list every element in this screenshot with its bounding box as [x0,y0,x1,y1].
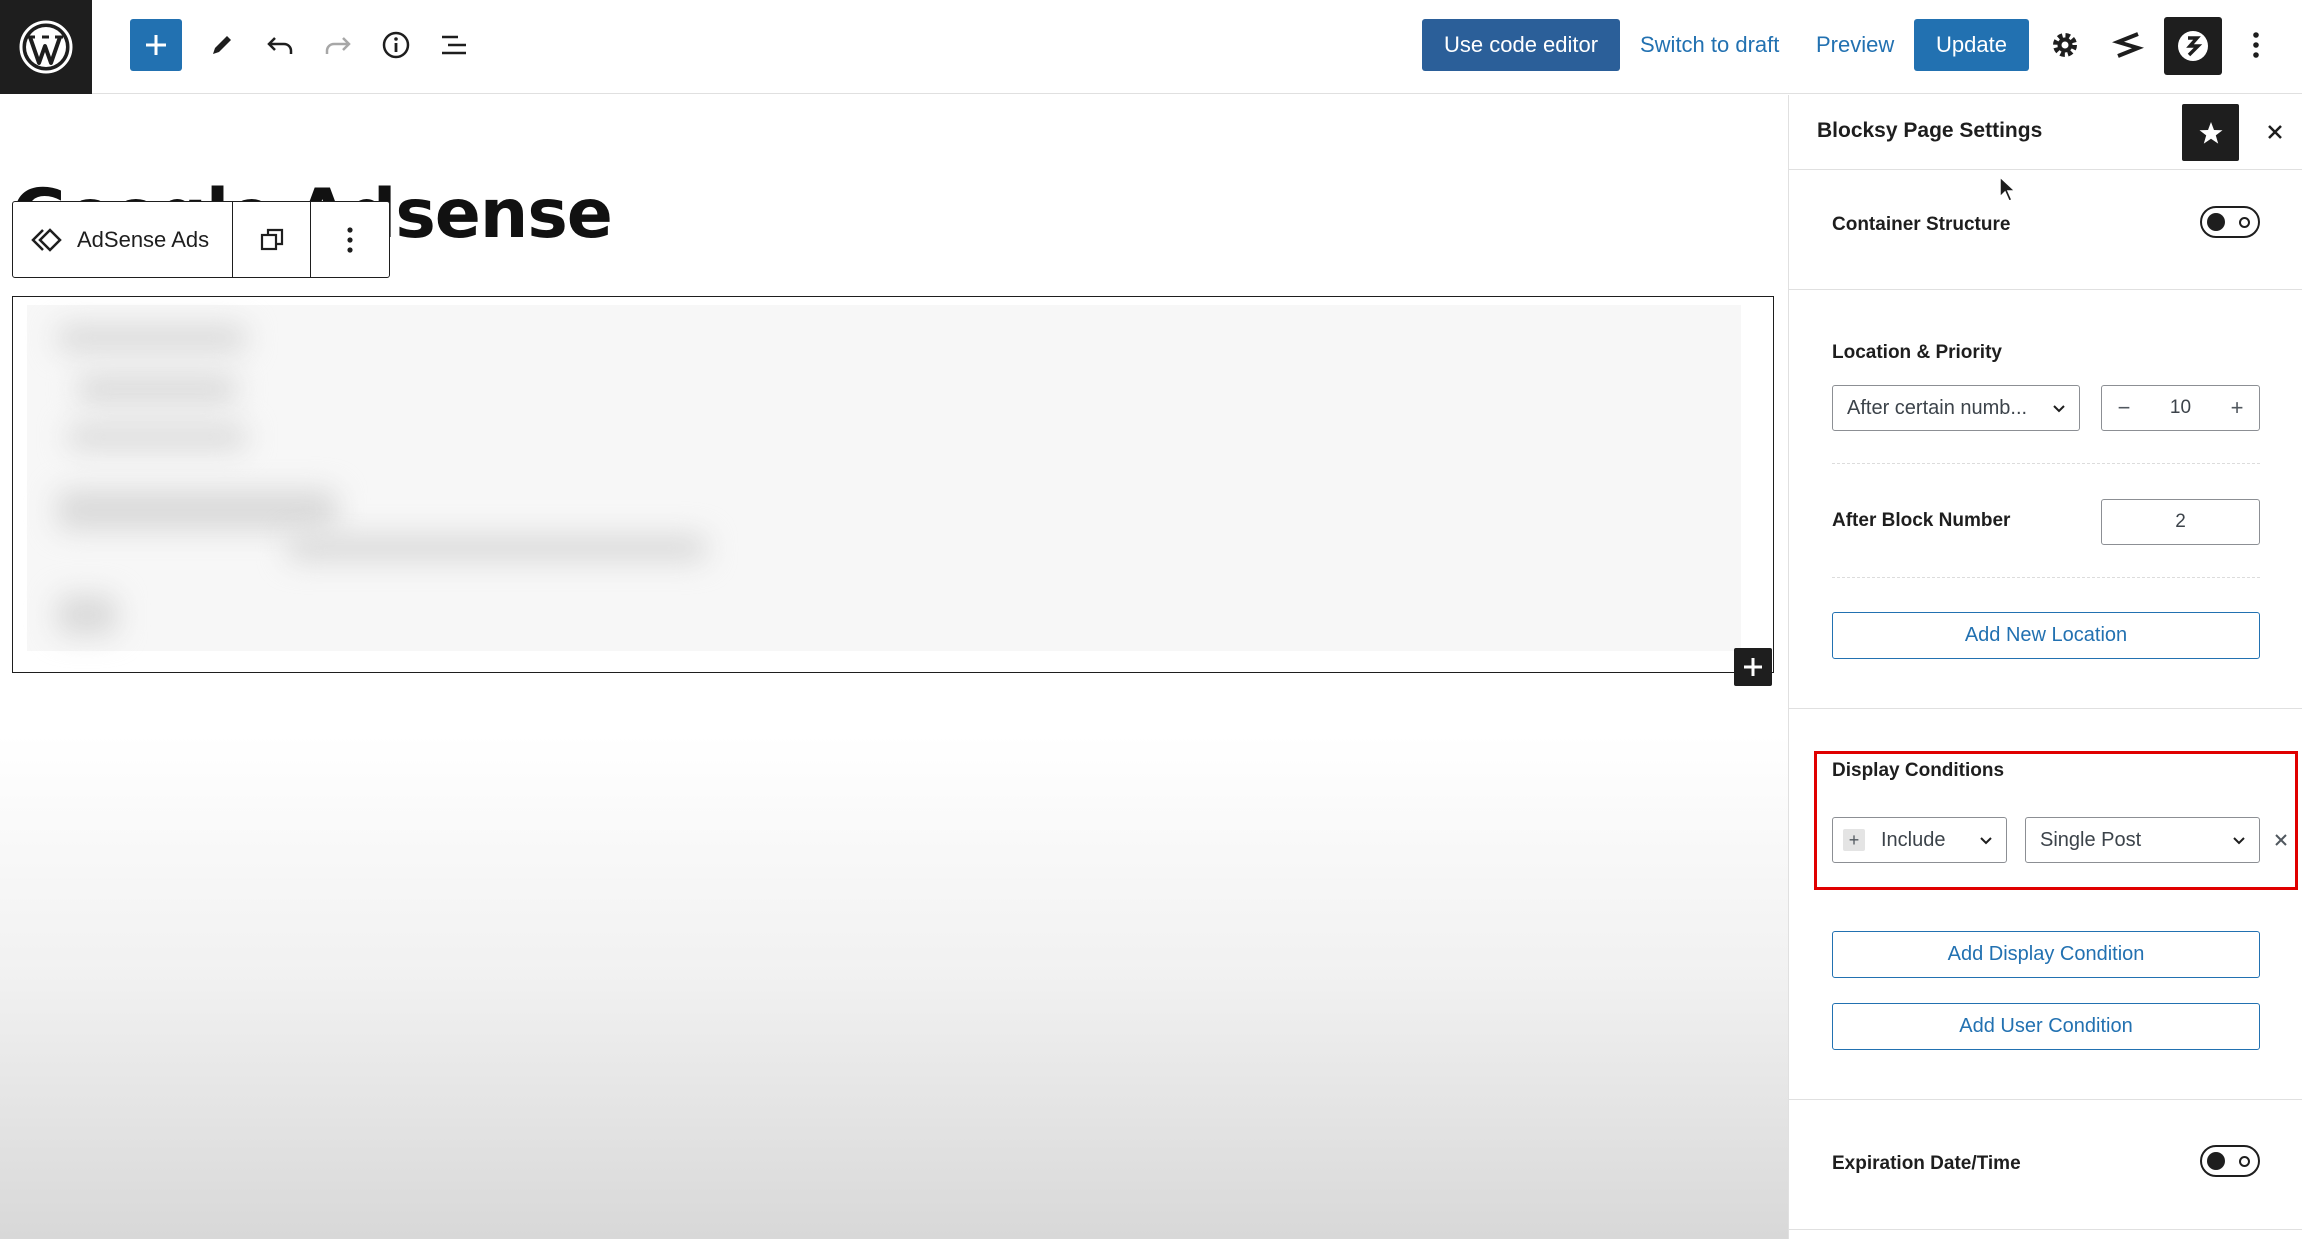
block-name-label: AdSense Ads [77,226,210,252]
container-structure-toggle[interactable] [2200,206,2260,238]
chevron-down-icon [1980,837,1992,845]
location-priority-label: Location & Priority [1832,342,2002,363]
stackable-icon [2112,32,2144,58]
info-icon [382,31,410,59]
chevron-down-icon [2233,837,2245,845]
sidebar-header: Blocksy Page Settings [1789,95,2302,170]
plus-icon [1744,658,1762,676]
list-view-icon [442,35,466,55]
pin-sidebar-button[interactable] [2182,104,2239,161]
star-icon [2199,121,2222,144]
details-button[interactable] [370,18,422,72]
condition-type-select[interactable]: + Include [1832,817,2007,863]
preview-button[interactable]: Preview [1802,18,1908,72]
close-icon [2268,125,2282,139]
redo-button[interactable] [312,18,364,72]
toggle-off-indicator [2239,217,2250,228]
editor-top-toolbar: Use code editor Switch to draft Preview … [0,0,2302,94]
expiration-toggle[interactable] [2200,1145,2260,1177]
after-block-number-input[interactable]: 2 [2101,499,2260,545]
toggle-knob [2207,1152,2225,1170]
section-divider [1789,708,2302,709]
block-options-button[interactable] [311,202,389,277]
toggle-knob [2207,213,2225,231]
chevron-down-icon [2053,405,2065,413]
options-menu-button[interactable] [2238,18,2274,72]
wordpress-logo-icon[interactable] [0,0,92,94]
dashed-separator [1832,577,2260,578]
close-icon [2275,834,2287,846]
container-structure-label: Container Structure [1832,214,2011,235]
decrement-button[interactable]: − [2102,386,2146,430]
gear-icon [2053,33,2077,57]
update-button[interactable]: Update [1914,19,2029,71]
display-conditions-label: Display Conditions [1832,760,2005,781]
mouse-cursor-icon [1998,175,2018,208]
add-new-location-button[interactable]: Add New Location [1832,612,2260,659]
dashed-separator [1832,463,2260,464]
adsense-block-icon [31,227,62,252]
block-switcher-button[interactable]: AdSense Ads [13,202,233,277]
location-select-value: After certain numb... [1847,396,2028,419]
settings-button[interactable] [2039,18,2091,72]
add-display-condition-button[interactable]: Add Display Condition [1832,931,2260,978]
priority-stepper[interactable]: − 10 + [2101,385,2260,431]
use-code-editor-button[interactable]: Use code editor [1422,19,1621,71]
redo-icon [325,37,351,54]
undo-button[interactable] [254,18,306,72]
blocksy-settings-sidebar: Blocksy Page Settings Container Structur… [1788,95,2302,1239]
condition-target-value: Single Post [2040,828,2142,851]
vertical-ellipsis-icon [347,226,353,253]
after-block-number-label: After Block Number [1832,510,2011,531]
increment-button[interactable]: + [2215,386,2259,430]
pencil-icon [213,36,231,54]
blurred-ad-preview [27,305,1741,651]
duplicate-block-button[interactable] [233,202,311,277]
blocksy-settings-button[interactable] [2164,17,2222,75]
add-block-button[interactable] [1734,648,1772,686]
adsense-ad-block[interactable] [12,296,1774,673]
location-select[interactable]: After certain numb... [1832,385,2080,431]
section-divider [1789,289,2302,290]
document-overview-button[interactable] [428,18,480,72]
expiration-label: Expiration Date/Time [1832,1153,2021,1174]
remove-condition-button[interactable] [2270,829,2292,851]
undo-icon [267,37,293,54]
condition-target-select[interactable]: Single Post [2025,817,2260,863]
stackable-button[interactable] [2102,18,2154,72]
condition-type-value: Include [1881,828,1946,851]
editor-canvas: Google Adsense AdSense Ads [0,95,1788,1239]
add-user-condition-button[interactable]: Add User Condition [1832,1003,2260,1050]
toggle-off-indicator [2239,1156,2250,1167]
plus-icon [146,35,166,55]
priority-value[interactable]: 10 [2146,397,2215,419]
section-divider [1789,1099,2302,1100]
blocksy-logo-icon [2178,31,2208,61]
close-sidebar-button[interactable] [2255,112,2295,152]
tools-button[interactable] [196,18,248,72]
plus-icon: + [1843,829,1865,851]
switch-to-draft-button[interactable]: Switch to draft [1626,18,1793,72]
block-inserter-button[interactable] [130,19,182,71]
sidebar-title: Blocksy Page Settings [1817,119,2043,142]
copy-icon [260,228,283,250]
vertical-ellipsis-icon [2253,32,2259,58]
section-divider [1789,1229,2302,1230]
block-toolbar: AdSense Ads [12,201,390,278]
